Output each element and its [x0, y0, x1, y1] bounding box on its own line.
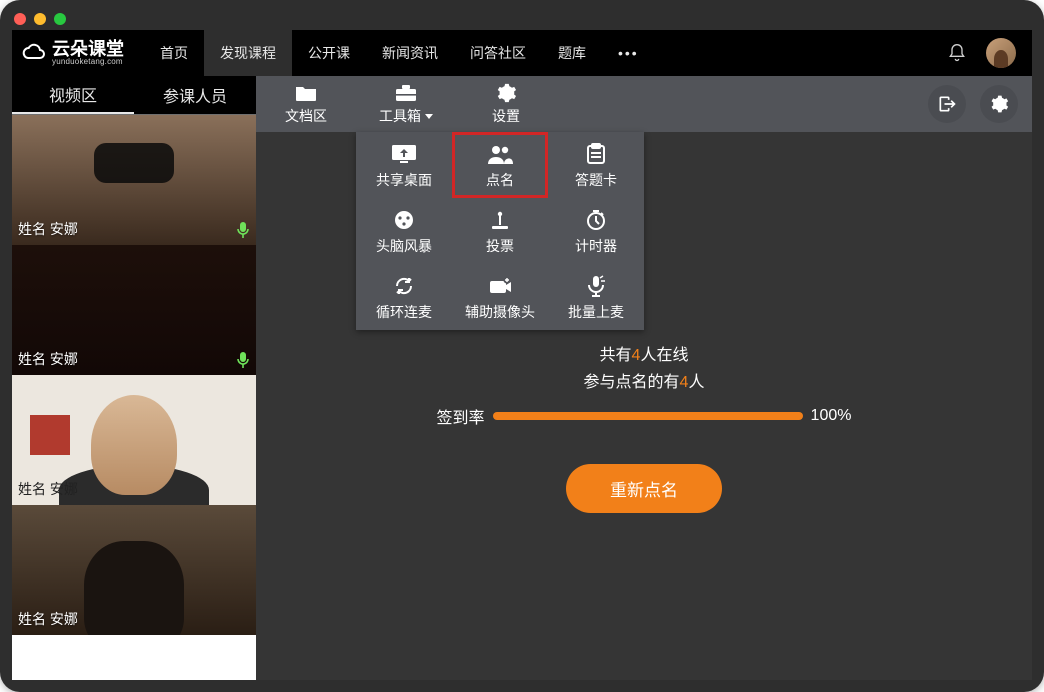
empty-tile [12, 635, 256, 680]
dd-answer-card[interactable]: 答题卡 [548, 132, 644, 198]
gear-icon [495, 82, 517, 104]
re-rollcall-button[interactable]: 重新点名 [566, 464, 722, 513]
cycle-mic-icon [393, 274, 415, 298]
participant-name: 姓名 安娜 [18, 479, 78, 499]
dd-label: 共享桌面 [376, 170, 432, 190]
tool-settings[interactable]: 设置 [456, 76, 556, 132]
stat-online: 共有4人在线 [600, 342, 689, 369]
video-tile[interactable]: 姓名 安娜 [12, 375, 256, 505]
side-tab-attendees[interactable]: 参课人员 [134, 76, 256, 114]
dd-label: 头脑风暴 [376, 236, 432, 256]
nav-public-class[interactable]: 公开课 [292, 30, 366, 76]
app-logo[interactable]: 云朵课堂 yunduoketang.com [20, 40, 124, 66]
video-tile[interactable]: 姓名 安娜 [12, 115, 256, 245]
progress-fill [493, 412, 803, 420]
camera-plus-icon [488, 274, 512, 298]
video-list: 姓名 安娜 姓名 安娜 [12, 115, 256, 680]
dd-share-screen[interactable]: 共享桌面 [356, 132, 452, 198]
video-tile[interactable]: 姓名 安娜 [12, 505, 256, 635]
zoom-dot[interactable] [54, 13, 66, 25]
dd-label: 辅助摄像头 [465, 302, 535, 322]
folder-icon [294, 82, 318, 104]
side-tab-video[interactable]: 视频区 [12, 76, 134, 114]
rate-label: 签到率 [437, 404, 485, 428]
dd-timer[interactable]: 计时器 [548, 198, 644, 264]
nav-news[interactable]: 新闻资讯 [366, 30, 454, 76]
tool-label: 工具箱 [379, 106, 421, 126]
tool-label: 文档区 [285, 106, 327, 126]
cloud-icon [20, 43, 46, 63]
settings-button[interactable] [980, 85, 1018, 123]
rate-percent: 100% [811, 407, 852, 425]
nav-more[interactable]: ••• [602, 30, 655, 76]
dd-camera-plus[interactable]: 辅助摄像头 [452, 264, 548, 330]
chevron-down-icon [425, 114, 433, 119]
vote-icon [489, 208, 511, 232]
stat-participated: 参与点名的有4人 [584, 369, 705, 396]
participant-name: 姓名 安娜 [18, 349, 78, 369]
logo-text: 云朵课堂 [52, 40, 124, 58]
dd-label: 答题卡 [575, 170, 617, 190]
sidebar: 视频区 参课人员 姓名 安娜 姓名 安娜 [12, 76, 256, 680]
toolbox-dropdown: 共享桌面 点名 答题卡 [356, 132, 644, 330]
nav-discover-courses[interactable]: 发现课程 [204, 30, 292, 76]
brainstorm-icon [393, 208, 415, 232]
user-avatar[interactable] [986, 38, 1016, 68]
attendance-rate: 签到率 100% [437, 404, 852, 428]
dd-vote[interactable]: 投票 [452, 198, 548, 264]
main-toolbar: 文档区 工具箱 设置 [256, 76, 1032, 132]
nav-qa-community[interactable]: 问答社区 [454, 30, 542, 76]
mic-on-icon [236, 351, 250, 369]
dd-bulk-mic[interactable]: 批量上麦 [548, 264, 644, 330]
header: 云朵课堂 yunduoketang.com 首页 发现课程 公开课 新闻资讯 问… [12, 30, 1032, 76]
window-controls [0, 8, 66, 30]
timer-icon [585, 208, 607, 232]
tool-toolbox[interactable]: 工具箱 [356, 76, 456, 132]
briefcase-icon [394, 82, 418, 104]
mic-on-icon [236, 221, 250, 239]
main-area: 文档区 工具箱 设置 [256, 76, 1032, 680]
dd-label: 投票 [486, 236, 514, 256]
people-icon [487, 142, 513, 166]
close-dot[interactable] [14, 13, 26, 25]
answer-card-icon [585, 142, 607, 166]
dd-label: 点名 [486, 170, 514, 190]
bulk-mic-icon [586, 274, 606, 298]
bell-icon[interactable] [940, 36, 974, 70]
dd-cycle-mic[interactable]: 循环连麦 [356, 264, 452, 330]
dd-roll-call[interactable]: 点名 [452, 132, 548, 198]
exit-button[interactable] [928, 85, 966, 123]
dd-brainstorm[interactable]: 头脑风暴 [356, 198, 452, 264]
dd-label: 循环连麦 [376, 302, 432, 322]
participant-name: 姓名 安娜 [18, 219, 78, 239]
dd-label: 批量上麦 [568, 302, 624, 322]
nav-home[interactable]: 首页 [144, 30, 204, 76]
logo-subtext: yunduoketang.com [52, 58, 124, 66]
share-screen-icon [391, 142, 417, 166]
tool-label: 设置 [492, 106, 520, 126]
nav-question-bank[interactable]: 题库 [542, 30, 602, 76]
dd-label: 计时器 [575, 236, 617, 256]
participant-name: 姓名 安娜 [18, 609, 78, 629]
video-tile[interactable]: 姓名 安娜 [12, 245, 256, 375]
tool-documents[interactable]: 文档区 [256, 76, 356, 132]
minimize-dot[interactable] [34, 13, 46, 25]
progress-bar [493, 412, 803, 420]
